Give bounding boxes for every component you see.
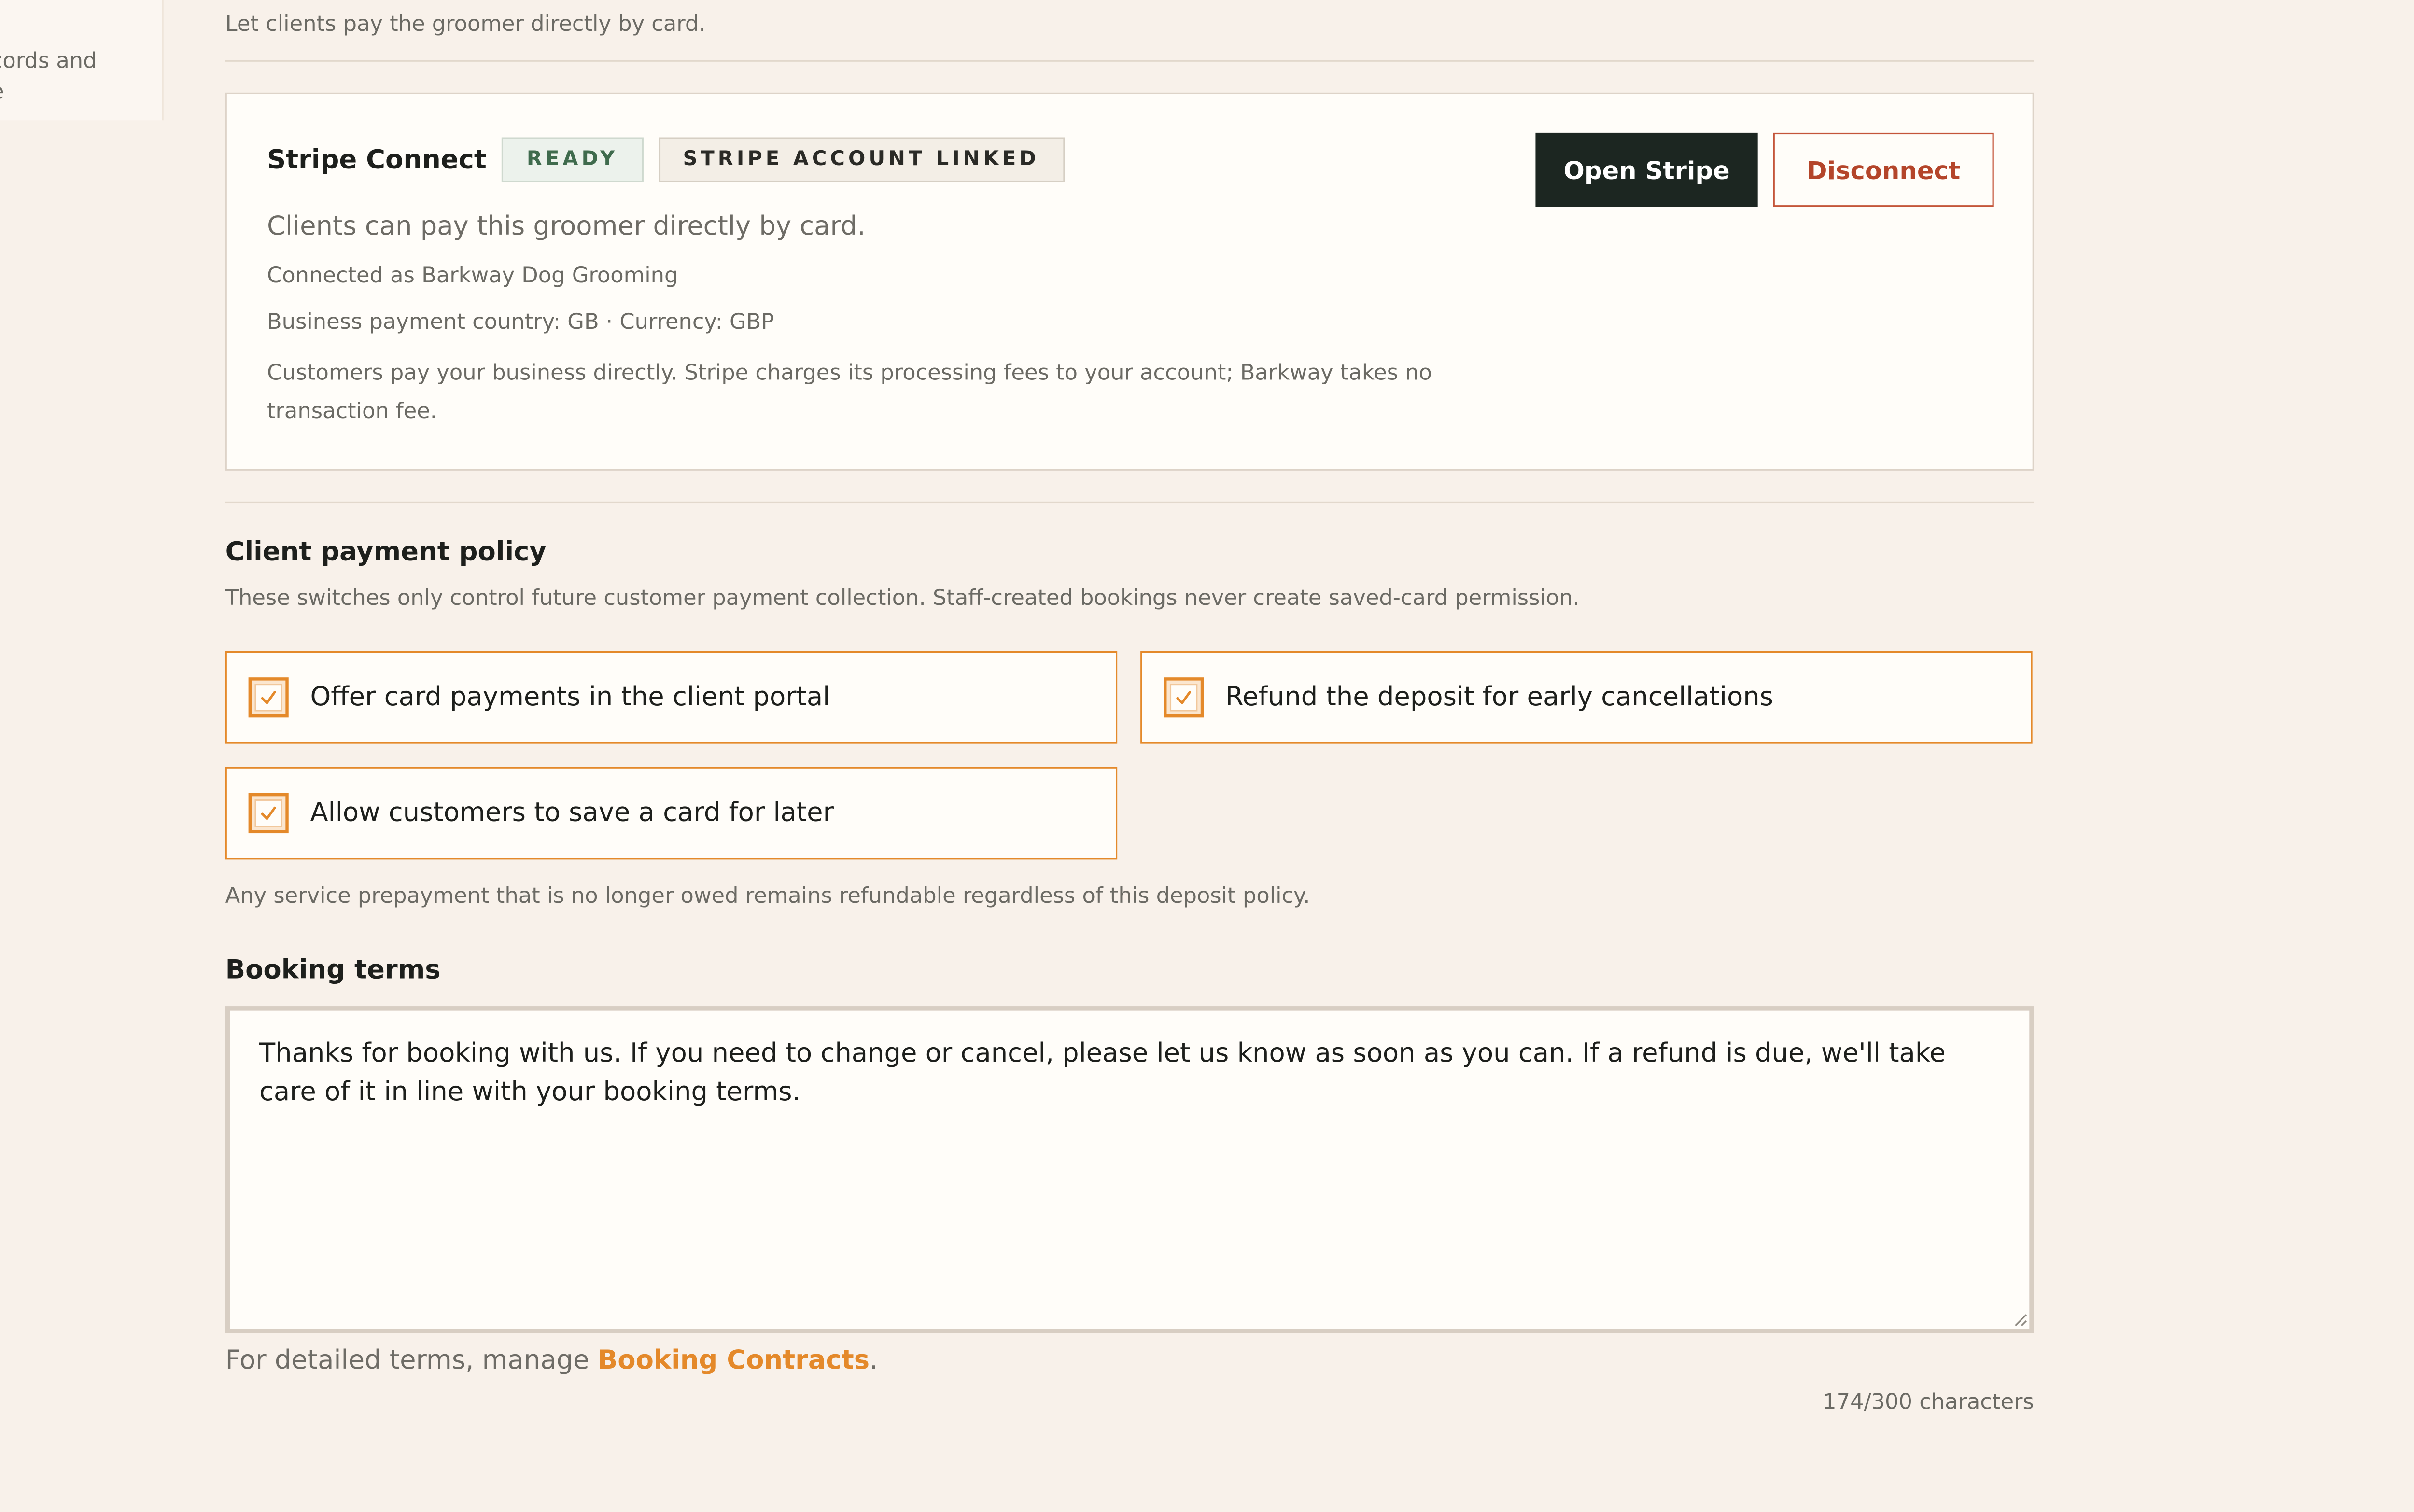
booking-terms-textarea[interactable] <box>225 1006 2034 1333</box>
character-count: 174/300 characters <box>1823 1390 2034 1415</box>
booking-terms-title: Booking terms <box>225 955 441 986</box>
option-label: Offer card payments in the client portal <box>310 682 830 713</box>
disconnect-button[interactable]: Disconnect <box>1773 132 1994 207</box>
stripe-fee-note: Customers pay your business directly. St… <box>267 361 1432 425</box>
option-refund-deposit[interactable]: Refund the deposit for early cancellatio… <box>1140 651 2033 744</box>
check-icon <box>261 806 276 820</box>
open-stripe-button[interactable]: Open Stripe <box>1535 132 1758 207</box>
sidebar-panel: cords and e <box>0 0 164 121</box>
check-icon <box>1176 691 1191 704</box>
option-save-card[interactable]: Allow customers to save a card for later <box>225 767 1118 860</box>
option-label: Allow customers to save a card for later <box>310 798 834 829</box>
option-card-payments[interactable]: Offer card payments in the client portal <box>225 651 1118 744</box>
checkbox-refund-deposit[interactable] <box>1164 677 1204 718</box>
resize-handle-icon[interactable] <box>2012 1312 2028 1327</box>
divider <box>225 60 2034 62</box>
checkbox-inner <box>1169 684 1198 712</box>
status-badge-ready: READY <box>502 137 643 182</box>
stripe-description: Clients can pay this groomer directly by… <box>267 211 866 242</box>
option-label: Refund the deposit for early cancellatio… <box>1225 682 1773 713</box>
check-icon <box>261 691 276 704</box>
payments-intro: Let clients pay the groomer directly by … <box>225 12 706 37</box>
checkbox-inner <box>254 799 282 827</box>
payments-settings-page: cords and e Let clients pay the groomer … <box>0 0 2414 1512</box>
terms-footer: For detailed terms, manage Booking Contr… <box>225 1345 878 1376</box>
stripe-connect-card: Stripe Connect READY STRIPE ACCOUNT LINK… <box>225 92 2034 471</box>
stripe-header: Stripe Connect READY STRIPE ACCOUNT LINK… <box>267 137 1064 182</box>
prepayment-note: Any service prepayment that is no longer… <box>225 884 1310 909</box>
booking-contracts-link[interactable]: Booking Contracts <box>598 1345 870 1376</box>
policy-title: Client payment policy <box>225 537 547 568</box>
policy-description: These switches only control future custo… <box>225 586 1580 611</box>
stripe-country-currency: Business payment country: GB · Currency:… <box>267 310 774 335</box>
divider <box>225 501 2034 504</box>
sidebar-fragment-text: cords and e <box>0 49 97 105</box>
stripe-connected-as: Connected as Barkway Dog Grooming <box>267 264 678 289</box>
checkbox-inner <box>254 684 282 712</box>
checkbox-save-card[interactable] <box>248 793 289 834</box>
stripe-title: Stripe Connect <box>267 144 487 175</box>
terms-footer-prefix: For detailed terms, manage <box>225 1345 598 1377</box>
checkbox-card-payments[interactable] <box>248 677 289 718</box>
terms-footer-suffix: . <box>870 1345 878 1377</box>
status-badge-linked: STRIPE ACCOUNT LINKED <box>658 137 1064 182</box>
